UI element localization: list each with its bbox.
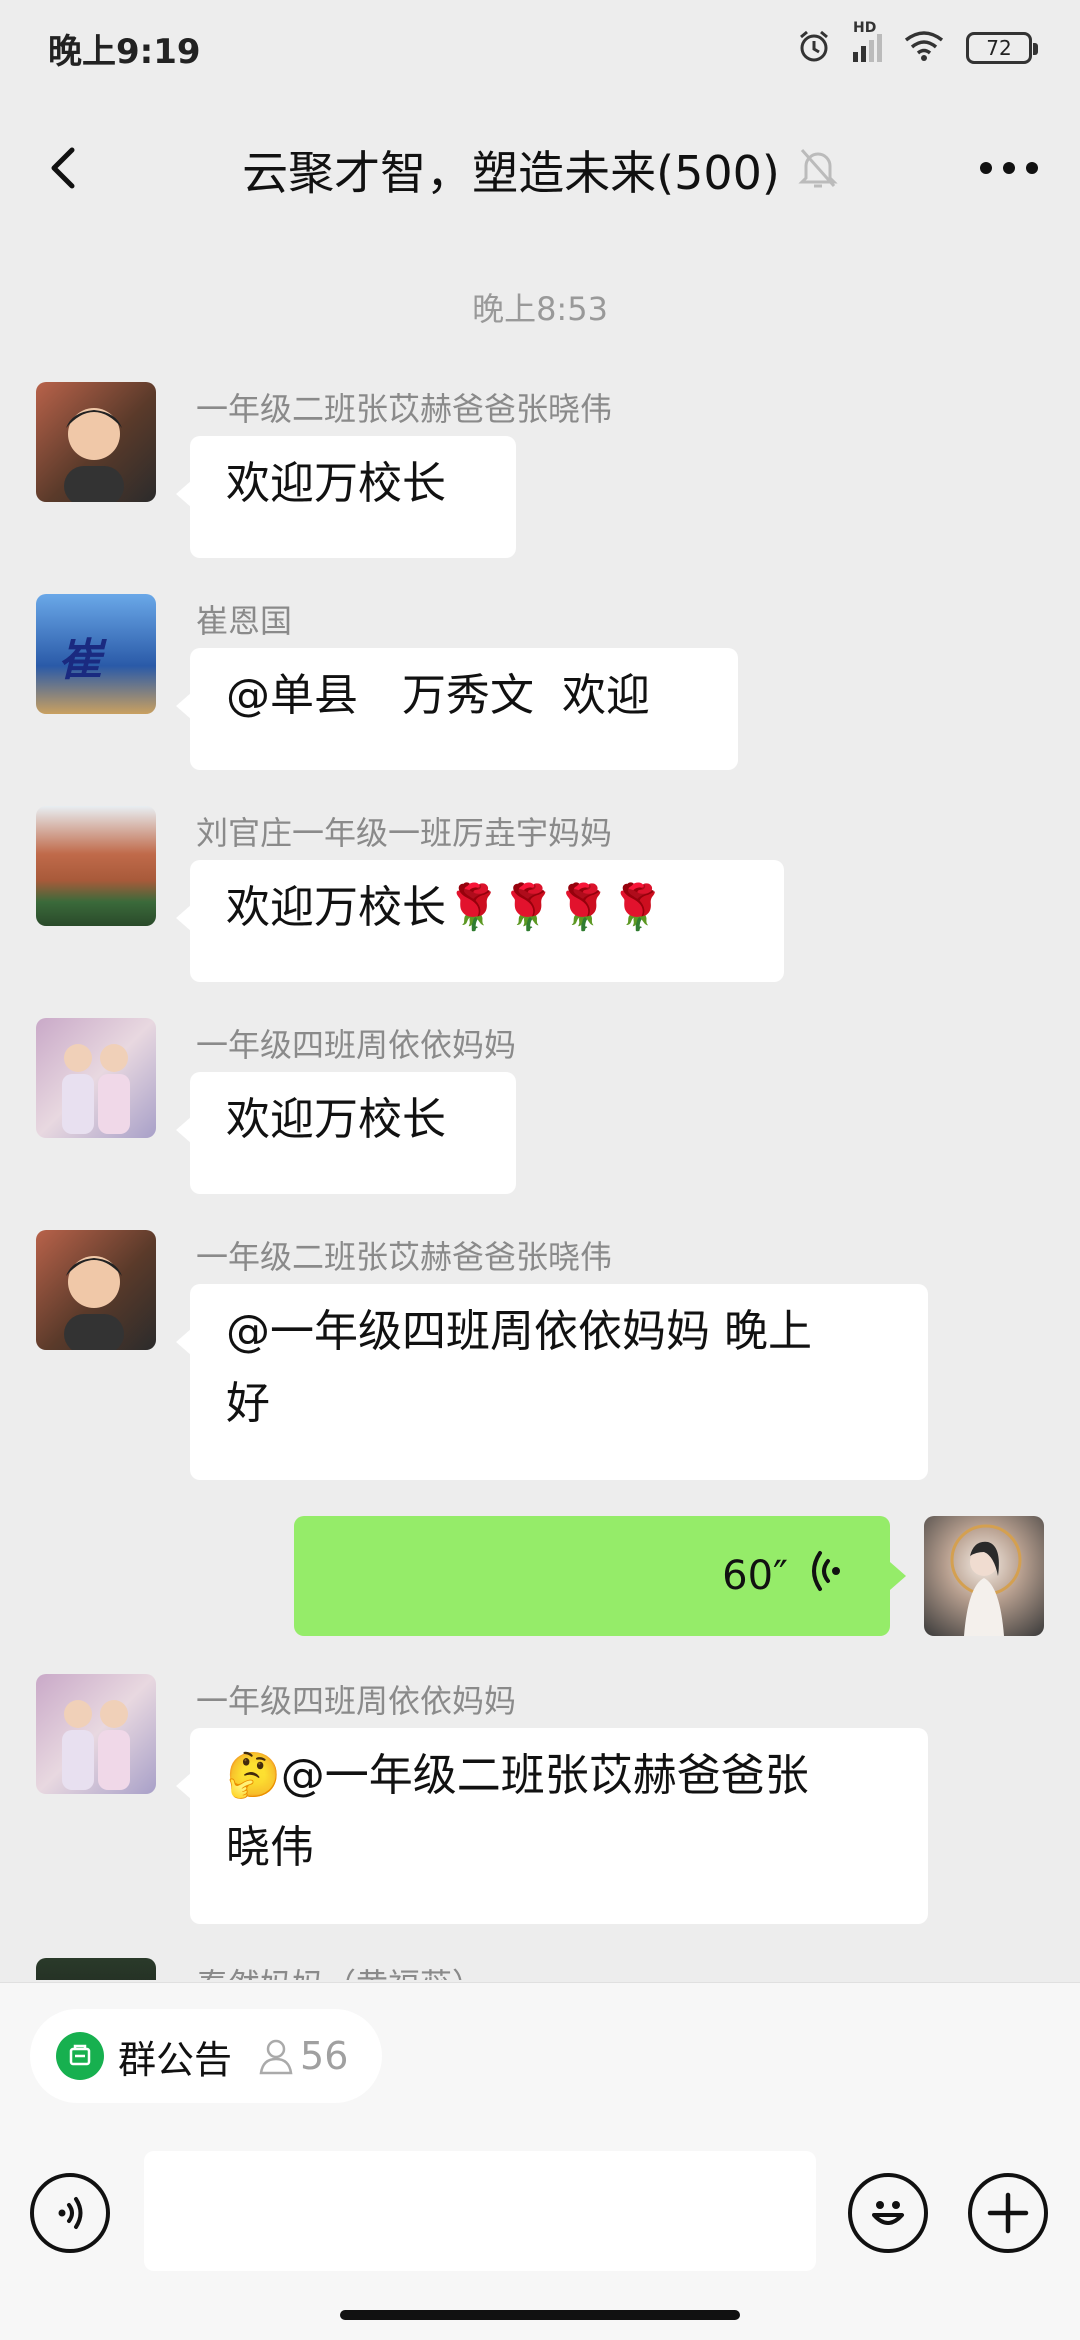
- self-avatar[interactable]: [924, 1516, 1044, 1636]
- chevron-left-icon: [51, 147, 75, 189]
- status-bar: 晚上9:19 HD 72: [0, 0, 1080, 96]
- status-time: 晚上9:19: [48, 31, 201, 72]
- signal-icon: HD: [853, 20, 882, 62]
- person-icon: [259, 2039, 293, 2075]
- voice-wave-icon: [806, 1549, 846, 1603]
- avatar[interactable]: 崔: [36, 594, 156, 714]
- plus-button[interactable]: [968, 2173, 1048, 2253]
- sender-name: 刘官庄一年级一班厉垚宇妈妈: [196, 814, 613, 852]
- voice-duration: 60″: [722, 1553, 788, 1599]
- message-line: 好: [226, 1378, 270, 1429]
- chat-timestamp: 晚上8:53: [472, 290, 608, 328]
- message-bubble[interactable]: 欢迎万校长🌹🌹🌹🌹: [176, 860, 784, 982]
- avatar[interactable]: [36, 382, 156, 502]
- sender-name: 一年级四班周依依妈妈: [196, 1682, 517, 1720]
- avatar[interactable]: [36, 1958, 156, 1980]
- status-icons: HD 72: [797, 20, 1038, 67]
- sender-name: 一年级四班周依依妈妈: [196, 1026, 517, 1064]
- member-count-value: 56: [300, 2034, 349, 2078]
- back-button[interactable]: [36, 138, 96, 198]
- more-button[interactable]: [974, 138, 1044, 198]
- emoji-icon: [872, 2201, 904, 2225]
- bottom-panel: 群公告 56: [0, 1982, 1080, 2340]
- voice-input-button[interactable]: [30, 2173, 110, 2253]
- home-indicator[interactable]: [340, 2310, 740, 2320]
- chat-title: 云聚才智，塑造未来(500): [242, 146, 780, 200]
- avatar-text: 崔: [58, 635, 102, 686]
- input-row: [0, 2151, 1080, 2271]
- message-line: 🤔@一年级二班张苡赫爸爸张: [226, 1750, 809, 1801]
- avatar[interactable]: [36, 1230, 156, 1350]
- plus-icon: [987, 2192, 1029, 2234]
- message-line: 晓伟: [226, 1822, 314, 1873]
- message-bubble[interactable]: 🤔@一年级二班张苡赫爸爸张 晓伟: [176, 1728, 928, 1924]
- group-notice-chip[interactable]: 群公告 56: [30, 2009, 383, 2103]
- chat-header: 云聚才智，塑造未来(500): [0, 110, 1080, 230]
- message-input[interactable]: [144, 2151, 816, 2271]
- mute-bell-icon: [798, 146, 838, 194]
- sender-name: 一年级二班张苡赫爸爸张晓伟: [196, 390, 613, 428]
- chat-area[interactable]: 晚上8:53 一年级二班张苡赫爸爸张晓伟 欢迎万校长 崔 崔恩国 @单县 万秀文…: [0, 230, 1080, 1980]
- notice-icon: [56, 2032, 104, 2080]
- message-bubble[interactable]: 欢迎万校长: [176, 1072, 516, 1194]
- emoji-button[interactable]: [848, 2173, 928, 2253]
- hd-label: HD: [853, 20, 877, 36]
- title-wrap: 云聚才智，塑造未来(500): [242, 137, 838, 203]
- member-count: 56: [258, 2034, 348, 2078]
- sender-name: 一年级二班张苡赫爸爸张晓伟: [196, 1238, 613, 1276]
- message-line: @一年级四班周依依妈妈 晚上: [226, 1306, 812, 1357]
- more-dots-icon: [980, 162, 1038, 174]
- battery-icon: 72: [966, 32, 1038, 64]
- wifi-icon: [904, 30, 944, 66]
- group-notice-label: 群公告: [118, 2037, 233, 2082]
- message-bubble[interactable]: @一年级四班周依依妈妈 晚上 好: [176, 1284, 928, 1480]
- voice-message-bubble[interactable]: 60″: [294, 1516, 906, 1636]
- message-bubble[interactable]: @单县 万秀文 欢迎: [176, 648, 738, 770]
- voice-icon: [58, 2197, 83, 2229]
- sender-name: 秦然妈妈（黄福蕊）: [196, 1960, 484, 1980]
- sender-name: 崔恩国: [196, 602, 293, 640]
- message-bubble[interactable]: 欢迎万校长: [176, 436, 516, 558]
- avatar[interactable]: [36, 1018, 156, 1138]
- avatar[interactable]: [36, 806, 156, 926]
- alarm-icon: [797, 29, 831, 67]
- avatar[interactable]: [36, 1674, 156, 1794]
